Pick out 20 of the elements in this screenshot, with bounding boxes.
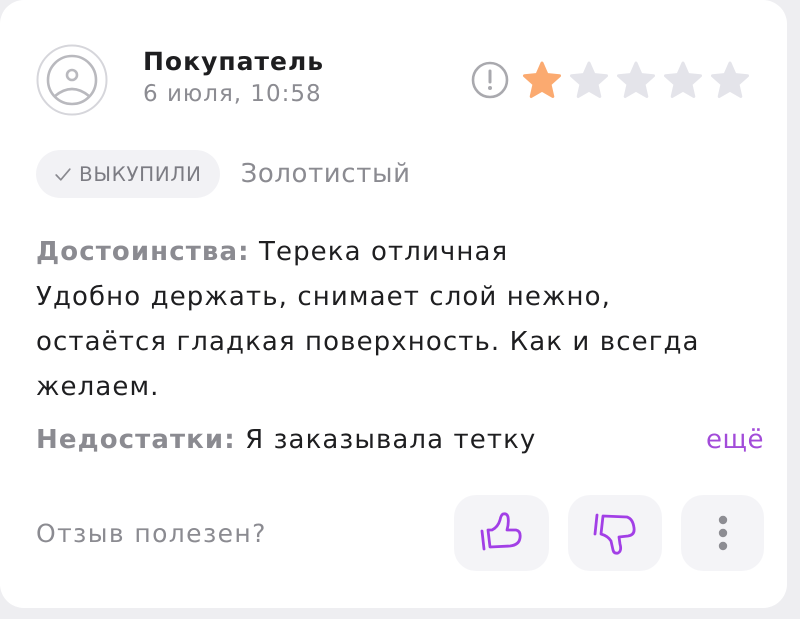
more-button[interactable] [681, 495, 764, 571]
more-link[interactable]: ещё [706, 418, 764, 463]
like-button[interactable] [454, 495, 549, 571]
dislike-button[interactable] [568, 495, 662, 571]
star-icon [616, 60, 656, 100]
variant-label: Золотистый [240, 159, 411, 189]
review-date: 6 июля, 10:58 [143, 80, 323, 109]
helpful-question: Отзыв полезен? [36, 518, 267, 548]
more-icon [718, 515, 728, 551]
author-name: Покупатель [143, 47, 324, 77]
check-icon [55, 168, 71, 180]
badge-label: ВЫКУПИЛИ [79, 162, 202, 186]
review-text: Достоинства: Терека отличная Удобно держать, снимает слой нежно, остаётся гладкая поверхность. Как и всегда желаем. [36, 236, 701, 404]
star-icon [663, 60, 703, 100]
star-icon [522, 60, 562, 100]
review-text: Недостатки: Я заказывала тетку [36, 424, 538, 457]
star-icon [710, 60, 750, 100]
star-icon [569, 60, 609, 100]
thumbs-down-icon [593, 511, 637, 555]
user-avatar-icon [36, 44, 108, 116]
